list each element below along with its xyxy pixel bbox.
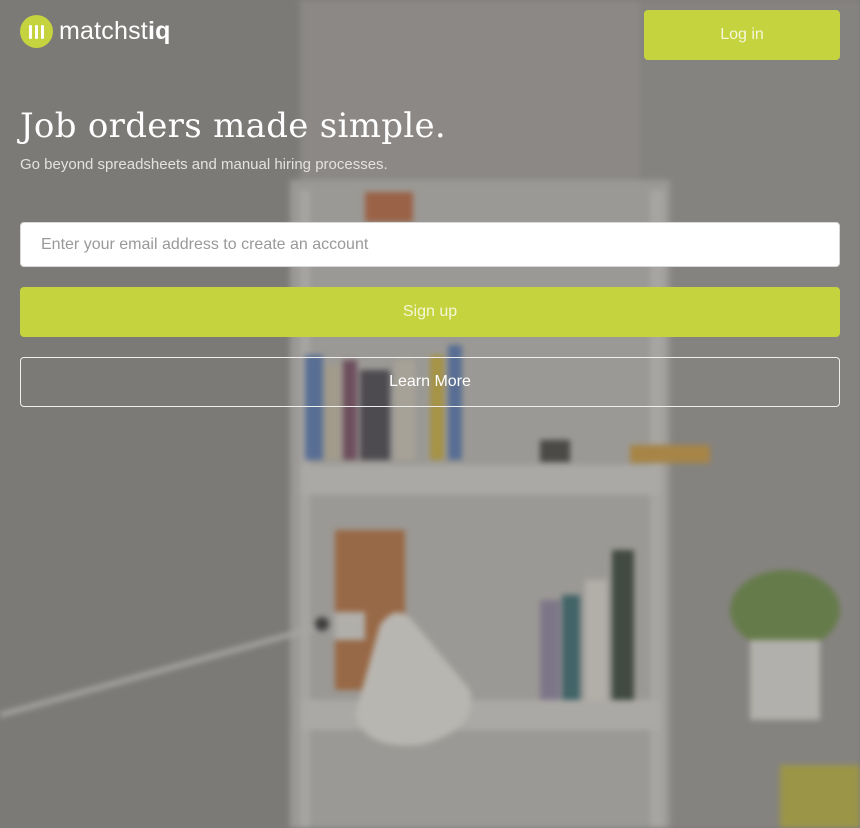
hero-subtitle: Go beyond spreadsheets and manual hiring… xyxy=(20,156,388,173)
learn-more-button[interactable]: Learn More xyxy=(20,357,840,407)
email-input[interactable] xyxy=(20,222,840,267)
logo-bar xyxy=(35,24,38,39)
login-button[interactable]: Log in xyxy=(644,10,840,60)
logo-wordmark-bold: iq xyxy=(147,17,171,45)
logo-wordmark: matchstiq xyxy=(59,17,171,46)
logo-bar xyxy=(41,24,44,39)
signup-button[interactable]: Sign up xyxy=(20,287,840,337)
logo-bar xyxy=(29,24,32,39)
logo-mark-icon xyxy=(20,15,53,48)
hero-title: Job orders made simple. xyxy=(20,106,447,146)
logo-wordmark-light: matchst xyxy=(59,17,148,45)
brand-logo[interactable]: matchstiq xyxy=(20,15,171,48)
landing-page: matchstiq Log in Job orders made simple.… xyxy=(0,0,860,828)
